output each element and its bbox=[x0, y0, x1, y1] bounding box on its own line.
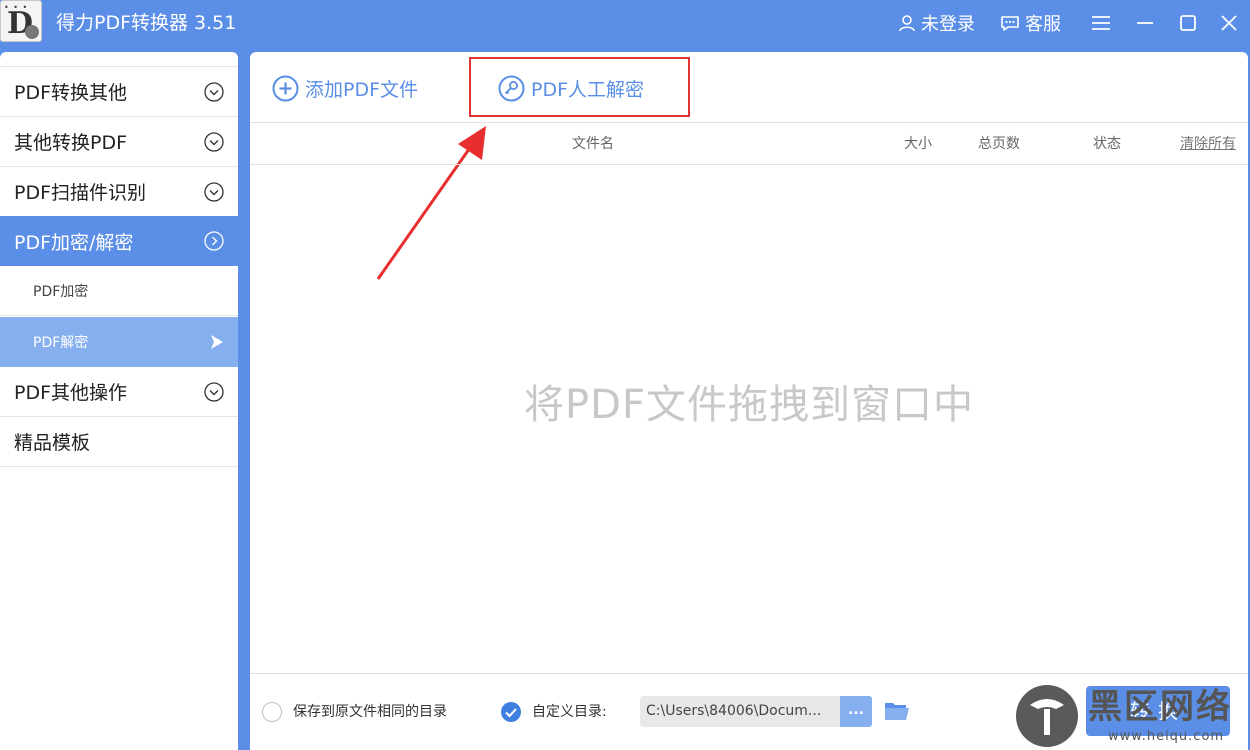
custom-dir-radio[interactable] bbox=[501, 702, 521, 722]
sidebar-item-other-to-pdf[interactable]: 其他转换PDF bbox=[0, 117, 238, 167]
folder-icon[interactable] bbox=[884, 700, 910, 722]
main-panel: 添加PDF文件 PDF人工解密 文件名 大小 总页数 状态 清除所有 将PDF文… bbox=[250, 52, 1248, 750]
chevron-down-icon bbox=[204, 382, 224, 402]
chevron-down-icon bbox=[204, 82, 224, 102]
service-label: 客服 bbox=[1025, 14, 1061, 35]
sidebar-item-pdf-other-ops[interactable]: PDF其他操作 bbox=[0, 367, 238, 417]
table-header: 文件名 大小 总页数 状态 清除所有 bbox=[250, 122, 1248, 165]
user-icon bbox=[899, 15, 915, 32]
column-status: 状态 bbox=[1093, 136, 1121, 152]
column-filename: 文件名 bbox=[572, 136, 614, 152]
sidebar-item-pdf-encrypt-decrypt[interactable]: PDF加密/解密 bbox=[0, 216, 238, 266]
watermark: 黑区网络 www.heiqu.com bbox=[1016, 685, 1250, 750]
plus-circle-icon bbox=[272, 75, 299, 101]
sidebar-item-pdf-ocr[interactable]: PDF扫描件识别 bbox=[0, 167, 238, 217]
sidebar-item-label: PDF解密 bbox=[33, 335, 89, 351]
watermark-logo-icon bbox=[1016, 685, 1078, 747]
drop-zone-hint: 将PDF文件拖拽到窗口中 bbox=[524, 382, 974, 428]
close-icon[interactable] bbox=[1218, 12, 1240, 34]
login-button[interactable]: 未登录 bbox=[898, 10, 975, 36]
clear-all-link[interactable]: 清除所有 bbox=[1180, 135, 1236, 153]
login-label: 未登录 bbox=[921, 14, 975, 35]
watermark-text: 黑区网络 bbox=[1088, 687, 1232, 727]
sidebar-item-label: PDF其他操作 bbox=[14, 382, 128, 404]
sidebar-item-label: PDF加密 bbox=[33, 283, 89, 300]
sidebar-item-label: PDF转换其他 bbox=[14, 82, 128, 104]
sidebar-item-label: 其他转换PDF bbox=[14, 132, 128, 154]
minimize-icon[interactable] bbox=[1134, 12, 1156, 34]
highlight-box bbox=[469, 57, 690, 117]
watermark-url: www.heiqu.com bbox=[1108, 729, 1225, 744]
maximize-icon[interactable] bbox=[1177, 12, 1199, 34]
custom-dir-label: 自定义目录: bbox=[532, 704, 607, 720]
app-logo: • • • D bbox=[0, 0, 42, 42]
column-pages: 总页数 bbox=[978, 136, 1020, 152]
sidebar-item-label: PDF加密/解密 bbox=[14, 231, 134, 254]
chevron-down-icon bbox=[204, 132, 224, 152]
sidebar-subitem-pdf-encrypt[interactable]: PDF加密 bbox=[0, 266, 238, 316]
column-size: 大小 bbox=[904, 136, 932, 152]
menu-icon[interactable] bbox=[1090, 12, 1112, 34]
sidebar-item-label: 精品模板 bbox=[14, 432, 91, 454]
sidebar-subitem-pdf-decrypt[interactable]: PDF解密 bbox=[0, 317, 238, 367]
caret-right-icon bbox=[211, 335, 223, 349]
app-title: 得力PDF转换器 3.51 bbox=[56, 12, 237, 34]
pen-icon bbox=[25, 25, 39, 39]
service-button[interactable]: 客服 bbox=[1000, 10, 1061, 36]
sidebar-item-templates[interactable]: 精品模板 bbox=[0, 417, 238, 467]
sidebar: PDF转换其他 其他转换PDF PDF扫描件识别 PDF加密/解密 PDF加密 … bbox=[0, 52, 238, 750]
title-bar: • • • D 得力PDF转换器 3.51 未登录 客服 bbox=[0, 0, 1250, 48]
add-pdf-label: 添加PDF文件 bbox=[305, 78, 419, 101]
check-icon bbox=[505, 708, 517, 718]
output-path-field[interactable]: C:\Users\84006\Docum... bbox=[640, 696, 840, 727]
sidebar-item-label: PDF扫描件识别 bbox=[14, 182, 147, 204]
browse-button[interactable]: ... bbox=[840, 696, 872, 727]
same-dir-radio[interactable] bbox=[262, 702, 282, 722]
chevron-right-icon bbox=[204, 231, 224, 251]
chevron-down-icon bbox=[204, 182, 224, 202]
add-pdf-button[interactable]: 添加PDF文件 bbox=[272, 74, 418, 102]
same-dir-label: 保存到原文件相同的目录 bbox=[293, 704, 447, 720]
divider bbox=[250, 673, 1248, 674]
chat-icon bbox=[1001, 16, 1019, 31]
sidebar-item-pdf-to-other[interactable]: PDF转换其他 bbox=[0, 67, 238, 117]
